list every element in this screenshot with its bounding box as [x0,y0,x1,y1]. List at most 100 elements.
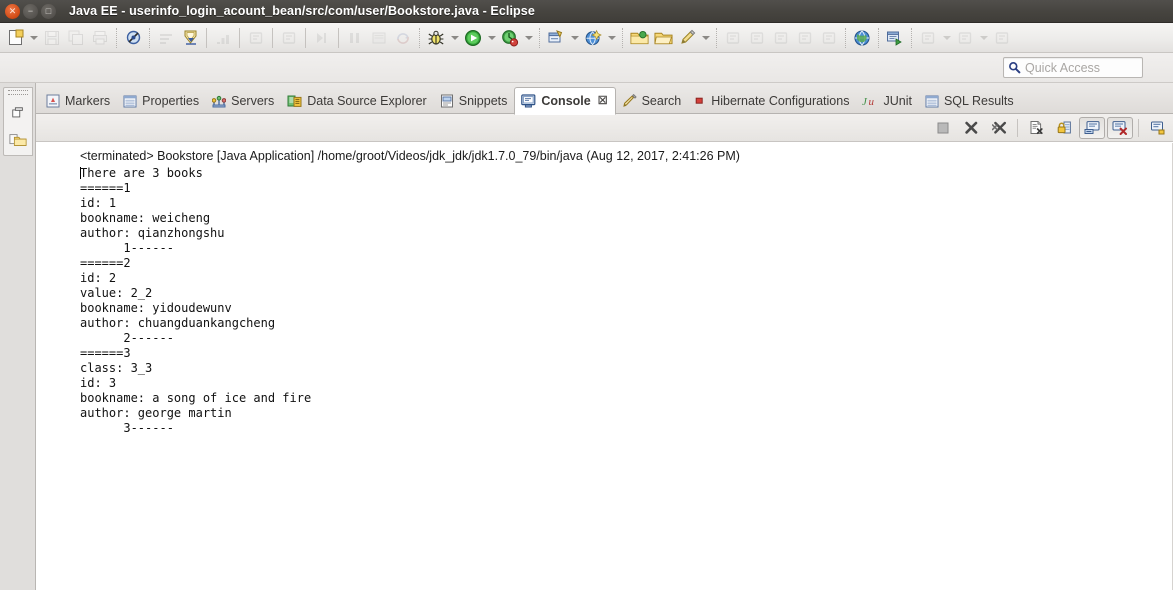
pin-console-button[interactable] [1079,116,1105,139]
toolbar-separator [272,27,273,48]
markers-icon [46,94,60,108]
minimize-icon[interactable]: − [23,3,38,19]
tab-label: Data Source Explorer [307,93,427,108]
toolbar-separator [149,27,150,48]
validate-icon[interactable] [178,26,202,50]
next-annotation-icon [277,26,301,50]
tab-label: SQL Results [943,93,1014,108]
console-line-text: There are 3 books [80,166,203,180]
fast-view-grip[interactable] [7,90,28,95]
hibernate-icon [694,95,706,107]
close-icon[interactable]: ✕ [5,3,20,19]
toggle-breakpoint-icon[interactable] [121,26,145,50]
globe-blue-icon[interactable] [581,26,605,50]
console-line: bookname: weicheng [80,211,211,225]
restore-icon[interactable] [7,102,29,124]
snippets-icon [440,94,454,108]
server-dropdown-arrow[interactable] [568,26,581,50]
tab-hibernate-configurations[interactable]: Hibernate Configurations [688,88,856,114]
console-toolbar-separator [1017,118,1018,137]
deploy-icon[interactable] [883,26,907,50]
quick-access-row: Quick Access [0,53,1173,83]
console-view-toolbar[interactable] [36,114,1173,142]
tab-label: Properties [142,93,200,108]
globe-dropdown-arrow[interactable] [605,26,618,50]
clear-console-button[interactable] [1023,117,1049,139]
run-icon[interactable] [461,26,485,50]
search-icon [1009,62,1021,74]
maximize-icon[interactable]: □ [41,3,56,19]
tab-label: Console [541,93,591,108]
run-dropdown-arrow[interactable] [485,26,498,50]
tab-servers[interactable]: Servers [206,88,281,114]
console-scroll-region[interactable]: <terminated> Bookstore [Java Application… [36,143,1172,590]
remove-all-terminated-button[interactable] [986,117,1012,139]
doc-dim-icon [916,26,940,50]
console-line: class: 3_3 [80,361,153,375]
lightning-dim-icon [745,26,769,50]
terminate-button[interactable] [930,117,956,139]
tab-markers[interactable]: Markers [40,88,117,114]
doc3-dim-icon [990,26,1014,50]
console-line: ======2 [80,256,131,270]
tab-label: Servers [231,93,275,108]
pencil-icon[interactable] [675,26,699,50]
open-type-icon [154,26,178,50]
web-browser-icon[interactable] [850,26,874,50]
tab-sql-results[interactable]: SQL Results [919,88,1021,114]
scroll-lock-button[interactable] [1051,117,1077,139]
console-text[interactable]: There are 3 books ======1 id: 1 bookname: w… [80,166,1172,436]
doc2-dim-icon [953,26,977,50]
table-dim-icon [793,26,817,50]
toolbar-separator [539,27,540,48]
tab-data-source-explorer[interactable]: Data Source Explorer [281,88,434,114]
new-dropdown-arrow[interactable] [27,26,40,50]
tab-search[interactable]: Search [616,88,689,114]
console-output-area[interactable]: <terminated> Bookstore [Java Application… [36,142,1173,590]
tab-properties[interactable]: Properties [117,88,206,114]
view-tab-bar[interactable]: Markers Properties Servers Data Source Expl… [36,83,1173,115]
workbench-body: Markers Properties Servers Data Source Expl… [0,83,1173,590]
print-icon [88,26,112,50]
server-icon[interactable] [544,26,568,50]
close-icon[interactable]: ☒ [598,95,608,107]
console-launch-header: <terminated> Bookstore [Java Application… [80,149,740,163]
console-line: ======3 [80,346,131,360]
window-titlebar: ✕ − □ Java EE - userinfo_login_acount_be… [0,0,1173,23]
profile-dropdown-arrow[interactable] [522,26,535,50]
debug-dropdown-arrow[interactable] [448,26,461,50]
window-title: Java EE - userinfo_login_acount_bean/src… [69,4,535,18]
display-selected-console-button[interactable] [1107,116,1133,139]
toolbar-separator [305,27,306,48]
remove-launch-button[interactable] [958,117,984,139]
tab-junit[interactable]: Ju JUnit [856,88,918,114]
new-wizard-icon[interactable] [3,26,27,50]
console-line: author: george martin [80,406,232,420]
pencil-dropdown-arrow[interactable] [699,26,712,50]
console-line: id: 2 [80,271,117,285]
console-icon [521,94,536,108]
servers-icon [212,94,227,108]
tab-snippets[interactable]: Snippets [434,88,515,114]
main-toolbar[interactable] [0,23,1173,53]
search-dim-icon [244,26,268,50]
project-explorer-icon[interactable] [7,129,29,151]
save-all-icon [64,26,88,50]
svg-text:u: u [869,96,875,108]
window-controls: ✕ − □ [0,3,56,19]
run-last-tool-icon [211,26,235,50]
search-tab-icon [622,94,637,108]
profile-icon[interactable] [498,26,522,50]
search-input[interactable]: Quick Access [1003,57,1143,78]
tab-console[interactable]: Console ☒ [514,87,616,115]
column-dim-icon [817,26,841,50]
debug-icon[interactable] [424,26,448,50]
console-line: bookname: yidoudewunv [80,301,232,315]
tab-label: Search [641,93,682,108]
open-console-button[interactable] [1144,117,1170,139]
open-folder-icon[interactable] [651,26,675,50]
open-folder-green-icon[interactable] [627,26,651,50]
bullet-dim-icon [769,26,793,50]
data-source-icon [287,94,302,108]
toolbar-overflow[interactable] [1143,57,1171,79]
